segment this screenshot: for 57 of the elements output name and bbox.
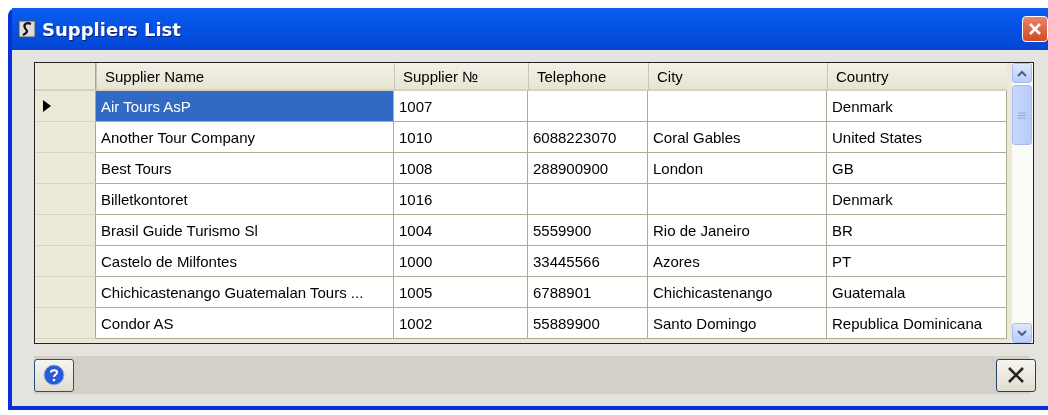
caret-down-icon: [1017, 329, 1027, 337]
table-cell: London: [648, 153, 827, 184]
help-icon: [43, 364, 65, 386]
table-cell: 55889900: [528, 308, 648, 339]
table-cell: Coral Gables: [648, 122, 827, 153]
grip-icon: [1018, 111, 1026, 119]
window-title: Suppliers List: [42, 18, 182, 40]
app-icon: [18, 20, 36, 38]
table-cell: 5559900: [528, 215, 648, 246]
table-cell: Air Tours AsP: [96, 91, 394, 122]
scroll-thumb[interactable]: [1012, 85, 1032, 145]
table-cell: Rio de Janeiro: [648, 215, 827, 246]
table-cell: Another Tour Company: [96, 122, 394, 153]
column-header[interactable]: City: [648, 63, 827, 91]
current-row-icon: [43, 100, 51, 112]
table-cell: 1002: [394, 308, 528, 339]
scroll-down-button[interactable]: [1012, 323, 1032, 343]
table-cell: Castelo de Milfontes: [96, 246, 394, 277]
column-header[interactable]: Supplier №: [394, 63, 528, 91]
column-header[interactable]: Supplier Name: [96, 63, 394, 91]
table-cell: 1008: [394, 153, 528, 184]
caret-up-icon: [1017, 69, 1027, 77]
table-cell: Denmark: [827, 184, 1007, 215]
table-cell: PT: [827, 246, 1007, 277]
table-cell: Best Tours: [96, 153, 394, 184]
table-cell: Denmark: [827, 91, 1007, 122]
table-cell: 1005: [394, 277, 528, 308]
table-cell: 6788901: [528, 277, 648, 308]
table-cell: GB: [827, 153, 1007, 184]
table-cell: BR: [827, 215, 1007, 246]
table-cell: Brasil Guide Turismo Sl: [96, 215, 394, 246]
column-header[interactable]: Country: [827, 63, 1007, 91]
table-cell: Republica Dominicana: [827, 308, 1007, 339]
close-icon: [1028, 22, 1042, 36]
help-button[interactable]: [34, 358, 74, 392]
scrollbar[interactable]: [1012, 63, 1033, 343]
table-cell: 1010: [394, 122, 528, 153]
table-cell: 1016: [394, 184, 528, 215]
table-cell: 1000: [394, 246, 528, 277]
table-cell: Santo Domingo: [648, 308, 827, 339]
table-cell: Guatemala: [827, 277, 1007, 308]
table-cell: Chichicastenango: [648, 277, 827, 308]
close-button[interactable]: [1022, 16, 1048, 42]
table-cell: United States: [827, 122, 1007, 153]
table-cell: Billetkontoret: [96, 184, 394, 215]
table-cell: 1007: [394, 91, 528, 122]
table-cell: 1004: [394, 215, 528, 246]
table-cell: 6088223070: [528, 122, 648, 153]
column-header[interactable]: Telephone: [528, 63, 648, 91]
scroll-up-button[interactable]: [1012, 63, 1032, 83]
table-cell: Chichicastenango Guatemalan Tours ...: [96, 277, 394, 308]
close-icon: [1006, 365, 1026, 385]
table-cell: 288900900: [528, 153, 648, 184]
table-cell: Condor AS: [96, 308, 394, 339]
close-dialog-button[interactable]: [996, 358, 1036, 392]
table-cell: 33445566: [528, 246, 648, 277]
table-cell: Azores: [648, 246, 827, 277]
